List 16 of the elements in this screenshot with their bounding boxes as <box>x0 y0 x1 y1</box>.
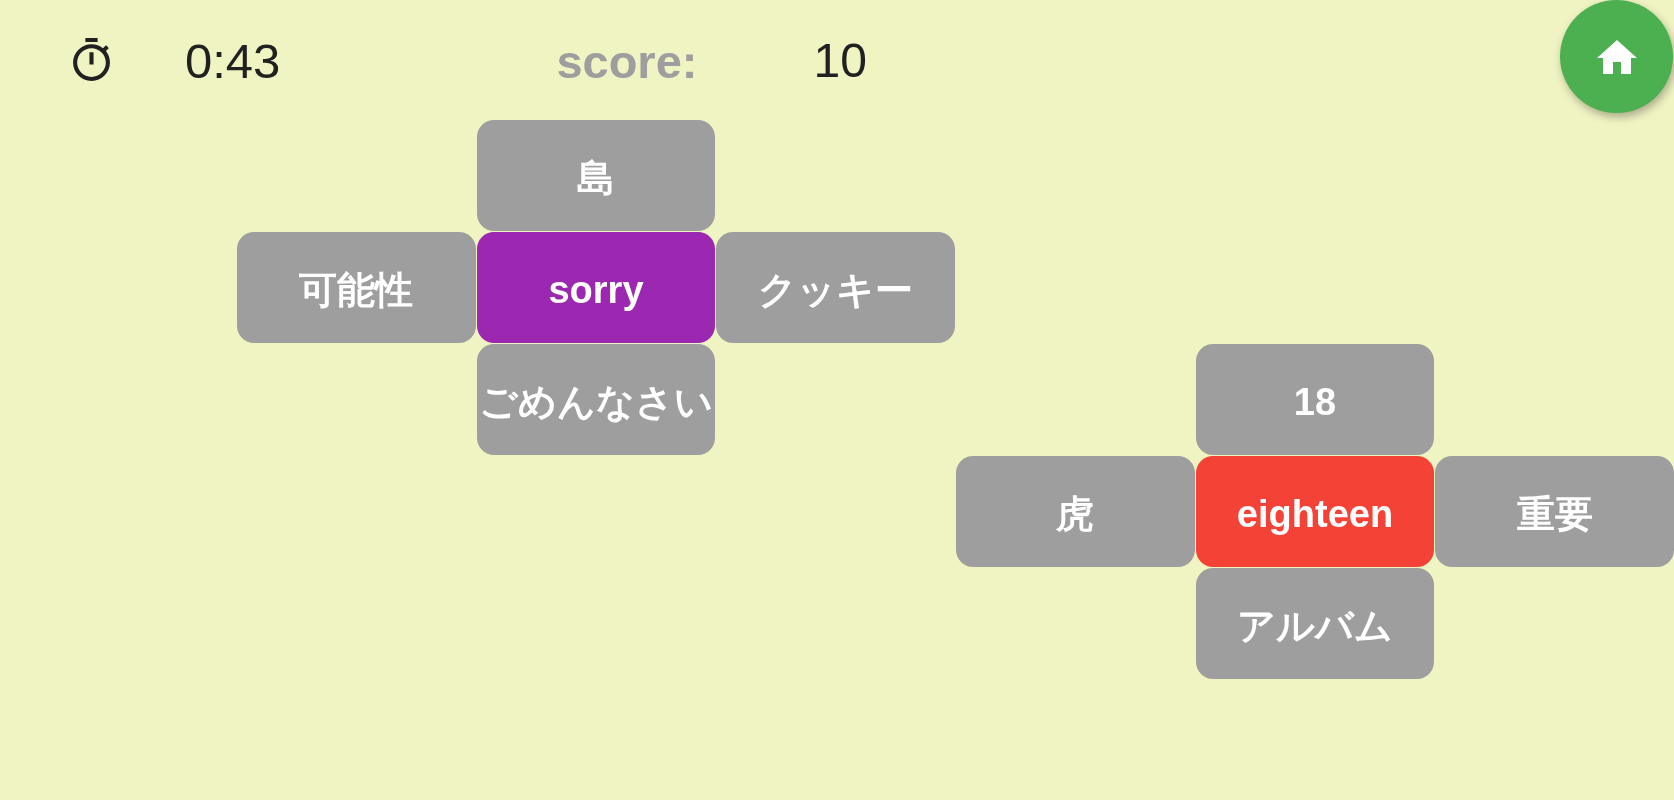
choice-button[interactable]: クッキー <box>716 232 955 343</box>
choice-button[interactable]: 島 <box>476 120 716 231</box>
choice-button[interactable]: アルバム <box>1195 568 1435 679</box>
word-card: eighteen <box>1195 456 1435 567</box>
home-icon <box>1596 39 1637 74</box>
choice-button[interactable]: 重要 <box>1435 456 1674 567</box>
score-label: score: <box>556 35 698 88</box>
choice-button[interactable]: 可能性 <box>237 232 476 343</box>
score-value: 10 <box>813 35 867 88</box>
word-card: sorry <box>476 232 716 343</box>
timer-text: 0:43 <box>185 34 281 89</box>
stopwatch-icon <box>73 38 110 81</box>
choice-button[interactable]: 18 <box>1195 344 1435 455</box>
choice-button[interactable]: 虎 <box>956 456 1195 567</box>
home-button[interactable] <box>1560 0 1673 113</box>
choice-button[interactable]: ごめんなさい <box>476 344 716 455</box>
